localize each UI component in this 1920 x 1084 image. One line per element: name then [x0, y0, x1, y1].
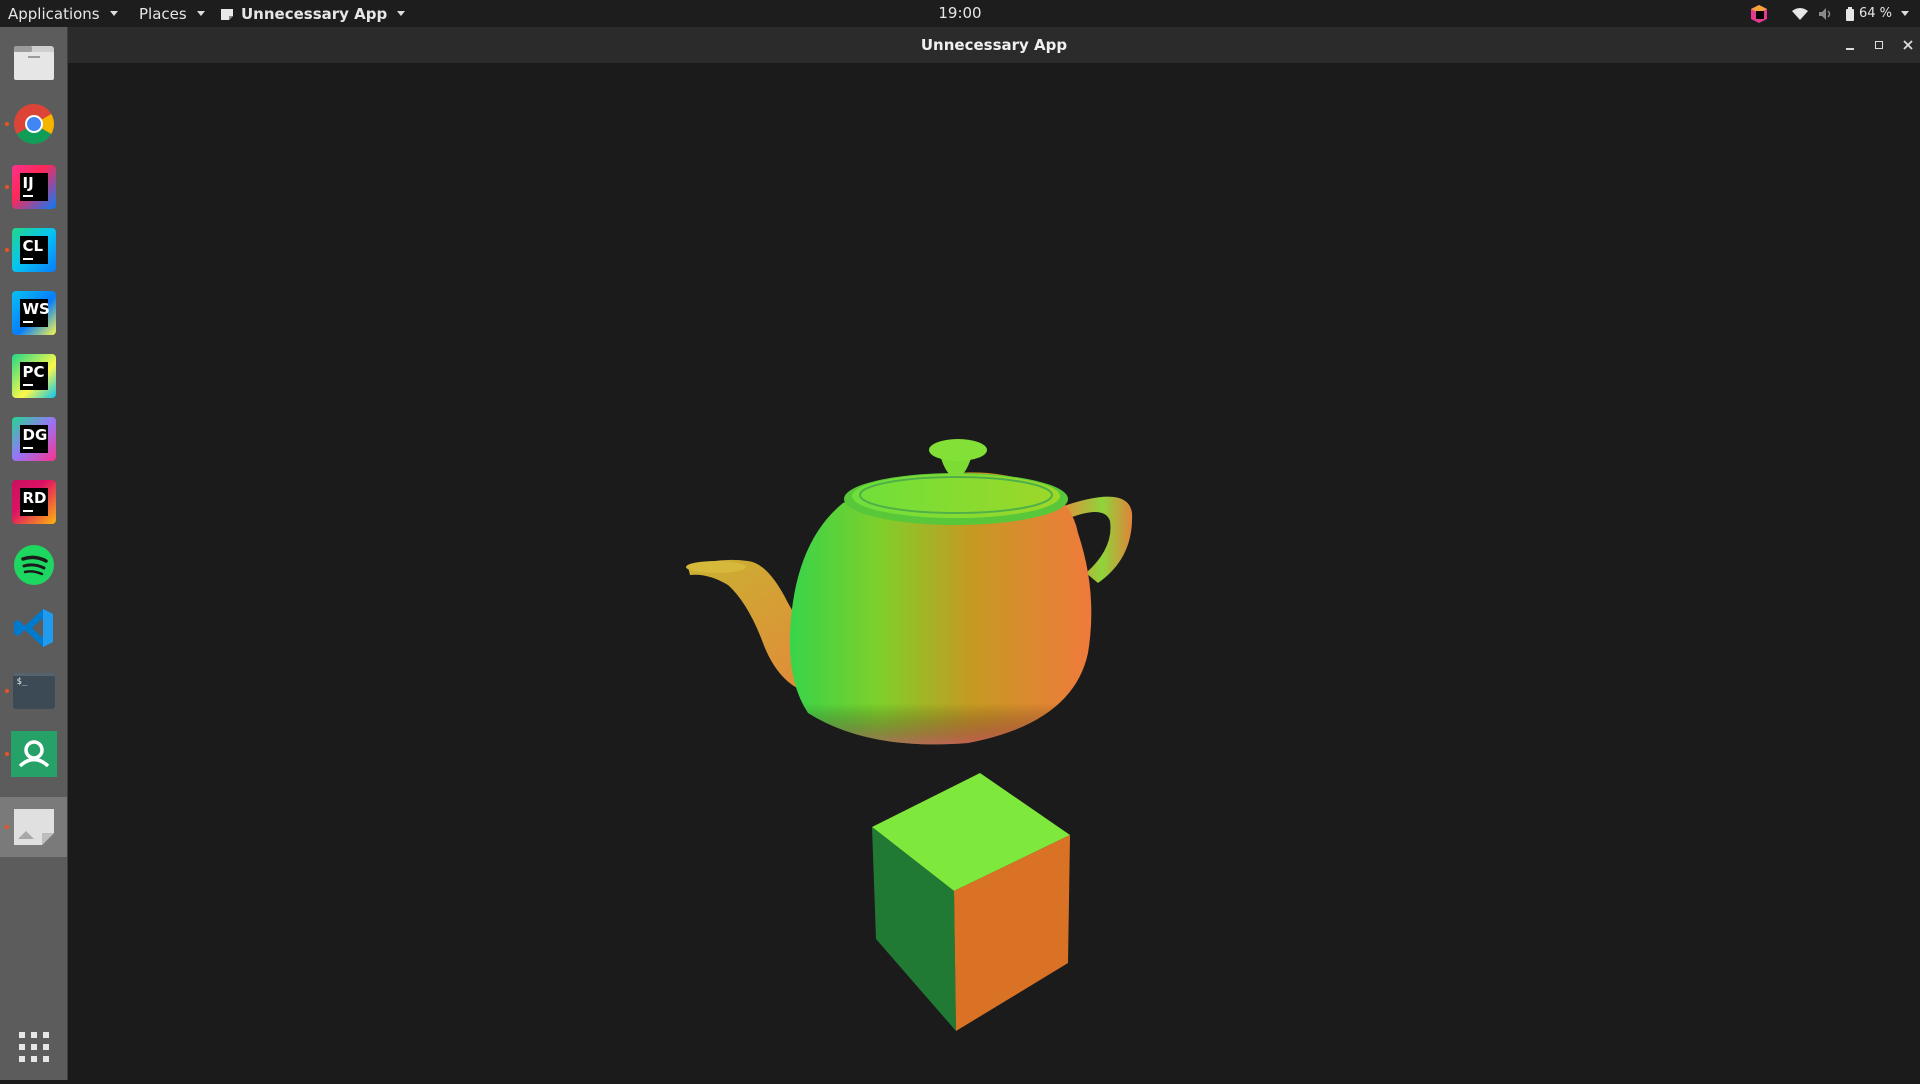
files-icon	[13, 46, 54, 80]
maximize-button[interactable]	[1868, 34, 1890, 56]
teapot-lid	[852, 474, 1060, 518]
dock-item-terminal[interactable]: $_	[0, 661, 67, 721]
minimize-icon	[1846, 48, 1854, 50]
dock-item-rider[interactable]: RD	[0, 472, 67, 532]
webstorm-icon: WS	[11, 291, 56, 335]
datagrip-icon: DG	[11, 417, 56, 461]
app-menu-label: Unnecessary App	[241, 4, 388, 23]
dock-item-clion[interactable]: CL	[0, 220, 67, 280]
chevron-down-icon	[1901, 11, 1910, 16]
clion-icon: CL	[11, 228, 56, 272]
intellij-icon: IJ	[11, 165, 56, 209]
dock-item-spotify[interactable]	[0, 535, 67, 595]
vscode-icon	[13, 609, 53, 647]
close-icon	[1903, 40, 1913, 50]
running-indicator	[5, 122, 9, 126]
running-indicator	[5, 752, 9, 756]
battery-icon	[1846, 6, 1854, 21]
battery-indicator[interactable]: 64 %	[1846, 0, 1910, 27]
chevron-down-icon	[397, 11, 406, 16]
close-button[interactable]	[1897, 34, 1919, 56]
terminal-icon: $_	[12, 673, 55, 709]
running-indicator	[5, 825, 9, 829]
teapot	[686, 439, 1133, 745]
battery-percent: 64 %	[1859, 6, 1893, 21]
minimize-button[interactable]	[1839, 34, 1861, 56]
applications-menu[interactable]: Applications	[8, 0, 118, 27]
dock-item-pycharm[interactable]: PC	[0, 346, 67, 406]
maximize-icon	[1875, 41, 1883, 49]
remote-icon	[10, 731, 57, 777]
running-indicator	[5, 689, 9, 693]
volume-icon[interactable]	[1818, 7, 1834, 21]
applications-label: Applications	[8, 4, 100, 23]
dock-item-chrome[interactable]	[0, 94, 67, 154]
grid-icon	[18, 1032, 49, 1062]
places-label: Places	[139, 4, 187, 23]
teapot-knob	[929, 439, 987, 461]
app-note-icon	[221, 8, 233, 20]
cube	[872, 773, 1070, 1031]
wifi-tray	[1792, 0, 1808, 27]
show-applications-button[interactable]	[0, 1017, 67, 1077]
teapot-spout-tip	[686, 561, 746, 573]
window-titlebar[interactable]: Unnecessary App	[68, 27, 1920, 63]
clion-label: CL	[19, 236, 48, 264]
places-menu[interactable]: Places	[139, 0, 205, 27]
dock-item-intellij[interactable]: IJ	[0, 157, 67, 217]
wifi-icon[interactable]	[1792, 7, 1808, 21]
jetbrains-toolbox-icon[interactable]	[1750, 4, 1768, 24]
dock-item-files[interactable]	[0, 32, 67, 92]
pycharm-icon: PC	[11, 354, 56, 398]
pycharm-label: PC	[19, 362, 48, 390]
volume-tray	[1818, 0, 1834, 27]
chrome-icon	[13, 104, 54, 144]
render-canvas[interactable]	[68, 63, 1920, 1080]
dock-item-unnecessary-app[interactable]	[0, 797, 67, 857]
dock-item-webstorm[interactable]: WS	[0, 283, 67, 343]
scene-svg	[686, 439, 1133, 1031]
app-window-icon	[13, 809, 54, 845]
terminal-prompt: $_	[16, 677, 28, 687]
top-panel: Applications Places Unnecessary App 19:0…	[0, 0, 1920, 27]
window-title: Unnecessary App	[920, 36, 1068, 54]
running-indicator	[5, 185, 9, 189]
datagrip-label: DG	[19, 425, 48, 453]
app-menu[interactable]: Unnecessary App	[220, 0, 406, 27]
dock: IJ CL WS PC DG RD $_	[0, 27, 68, 1080]
system-tray	[1750, 0, 1768, 27]
dock-item-datagrip[interactable]: DG	[0, 409, 67, 469]
rider-label: RD	[19, 488, 48, 516]
spotify-icon	[13, 545, 54, 585]
rider-icon: RD	[11, 480, 56, 524]
dock-item-remote-viewer[interactable]	[0, 724, 67, 784]
dock-item-vscode[interactable]	[0, 598, 67, 658]
webstorm-label: WS	[19, 299, 50, 327]
running-indicator	[5, 248, 9, 252]
chevron-down-icon	[109, 11, 118, 16]
intellij-label: IJ	[19, 173, 48, 201]
chevron-down-icon	[196, 11, 205, 16]
